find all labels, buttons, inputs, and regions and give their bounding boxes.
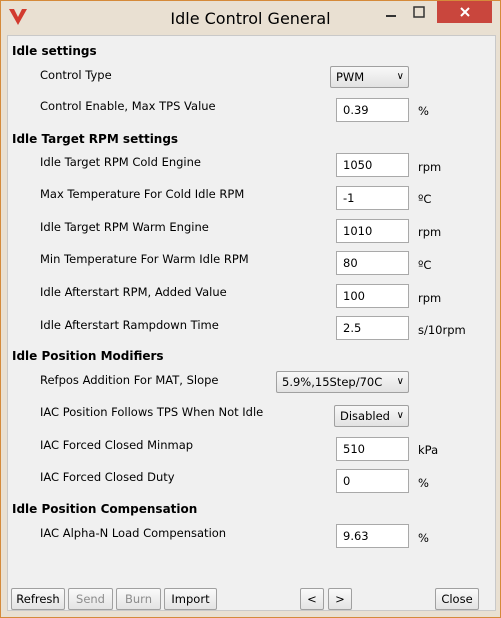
iac-follows-tps-select[interactable]: Disabled ∨ [334,405,409,427]
maximize-icon [412,6,425,18]
chevron-down-icon: ∨ [396,71,404,82]
warm-rpm-unit: rpm [418,225,442,239]
section-idle-target-rpm: Idle Target RPM settings [12,132,179,146]
iac-follows-tps-label: IAC Position Follows TPS When Not Idle [40,405,264,419]
iac-forced-minmap-label: IAC Forced Closed Minmap [40,438,194,452]
control-enable-unit: % [418,104,429,118]
control-enable-input[interactable]: 0.39 [336,98,409,122]
minimize-button[interactable] [377,1,404,23]
close-window-button[interactable] [437,1,492,23]
min-temp-warm-input[interactable]: 80 [336,251,409,275]
warm-rpm-label: Idle Target RPM Warm Engine [40,220,209,234]
control-enable-label: Control Enable, Max TPS Value [40,99,216,113]
min-temp-warm-unit: ºC [418,258,432,272]
idle-control-window: Idle Control General Idle settings Contr… [0,0,501,618]
iac-forced-duty-input[interactable]: 0 [336,469,409,493]
cold-rpm-label: Idle Target RPM Cold Engine [40,155,201,169]
iac-forced-duty-unit: % [418,476,429,490]
previous-button[interactable]: < [300,588,324,610]
afterstart-rpm-unit: rpm [418,291,442,305]
maximize-button[interactable] [405,1,432,23]
cold-rpm-unit: rpm [418,160,442,174]
max-temp-cold-unit: ºC [418,192,432,206]
settings-panel: Idle settings Control Type PWM ∨ Control… [7,35,496,611]
chevron-down-icon: ∨ [396,410,404,421]
iac-forced-minmap-input[interactable]: 510 [336,437,409,461]
chevron-down-icon: ∨ [396,376,404,387]
iac-follows-tps-value: Disabled [340,409,390,423]
afterstart-rpm-label: Idle Afterstart RPM, Added Value [40,285,227,299]
warm-rpm-input[interactable]: 1010 [336,219,409,243]
control-type-label: Control Type [40,68,112,82]
refresh-button[interactable]: Refresh [11,588,65,610]
section-idle-settings: Idle settings [12,44,97,58]
iac-forced-duty-label: IAC Forced Closed Duty [40,470,175,484]
burn-button[interactable]: Burn [116,588,161,610]
next-button[interactable]: > [328,588,352,610]
import-button[interactable]: Import [164,588,217,610]
iac-forced-minmap-unit: kPa [418,443,439,457]
iac-alpha-n-unit: % [418,531,429,545]
section-idle-position-modifiers: Idle Position Modifiers [12,349,164,363]
control-type-value: PWM [336,70,365,84]
max-temp-cold-input[interactable]: -1 [336,186,409,210]
afterstart-ramp-unit: s/10rpm [418,323,466,337]
minimize-icon [385,15,396,17]
refpos-mat-value: 5.9%,15Step/70C [282,375,383,389]
afterstart-rpm-input[interactable]: 100 [336,284,409,308]
max-temp-cold-label: Max Temperature For Cold Idle RPM [40,187,245,201]
refpos-mat-label: Refpos Addition For MAT, Slope [40,373,219,387]
afterstart-ramp-label: Idle Afterstart Rampdown Time [40,318,219,332]
send-button[interactable]: Send [68,588,113,610]
cold-rpm-input[interactable]: 1050 [336,153,409,177]
control-type-select[interactable]: PWM ∨ [330,66,409,88]
iac-alpha-n-input[interactable]: 9.63 [336,524,409,548]
min-temp-warm-label: Min Temperature For Warm Idle RPM [40,252,249,266]
section-idle-position-compensation: Idle Position Compensation [12,502,198,516]
afterstart-ramp-input[interactable]: 2.5 [336,316,409,340]
refpos-mat-select[interactable]: 5.9%,15Step/70C ∨ [276,371,409,393]
title-bar[interactable]: Idle Control General [1,1,500,35]
iac-alpha-n-label: IAC Alpha-N Load Compensation [40,526,227,540]
close-icon [459,7,470,17]
close-button[interactable]: Close [435,588,479,610]
